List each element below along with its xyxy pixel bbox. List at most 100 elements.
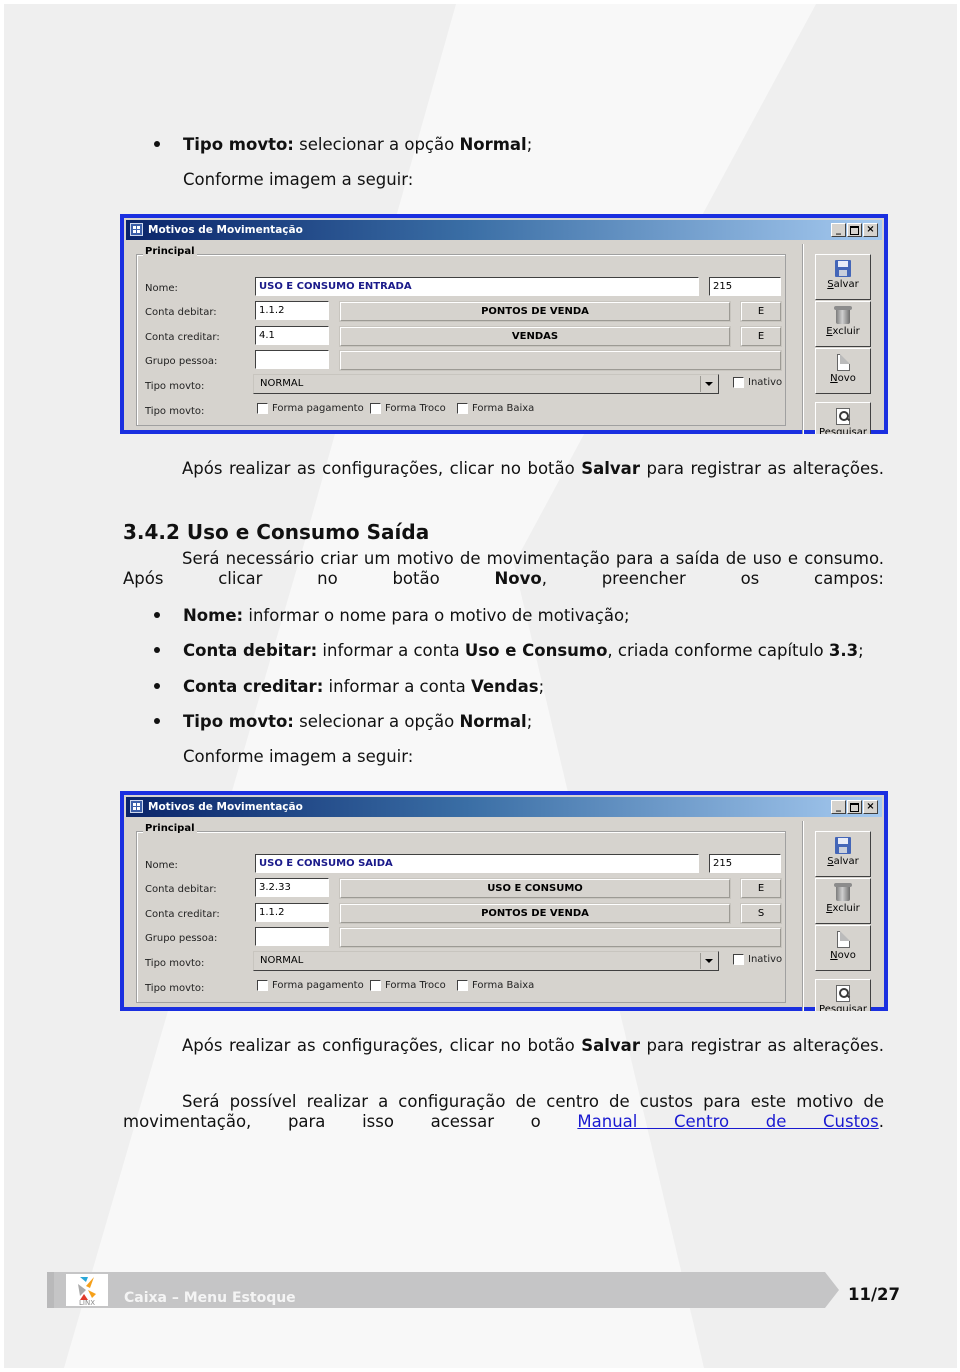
excluir-button[interactable]: Excluir: [815, 878, 871, 924]
close-button[interactable]: ×: [863, 800, 878, 814]
search-icon: [836, 985, 850, 1002]
codigo-input[interactable]: 215: [709, 277, 781, 296]
motivos-window-entrada: Motivos de Movimentação _ × Principal No…: [120, 214, 888, 434]
forma-troco-checkbox[interactable]: Forma Troco: [370, 980, 446, 991]
grupo-pessoa-code-input[interactable]: [255, 350, 329, 369]
linx-logo: LINX: [66, 1274, 108, 1307]
new-document-icon: [836, 931, 850, 948]
codigo-input[interactable]: 215: [709, 854, 781, 873]
tipo-movto-label: Tipo movto:: [145, 381, 205, 392]
bullet-dot: [154, 647, 160, 653]
nome-input[interactable]: USO E CONSUMO ENTRADA: [255, 277, 699, 296]
conta-creditar-code-input[interactable]: 1.1.2: [255, 903, 329, 922]
conta-creditar-code-input[interactable]: 4.1: [255, 326, 329, 345]
nome-label: Nome:: [145, 860, 178, 871]
conta-creditar-name: PONTOS DE VENDA: [340, 904, 730, 923]
forma-pagamento-checkbox[interactable]: Forma pagamento: [257, 403, 364, 414]
conta-debitar-flag: E: [741, 302, 781, 321]
tipo-movto-label-2: Tipo movto:: [145, 983, 205, 994]
conta-creditar-label: Conta creditar:: [145, 332, 220, 343]
section-intro: Será necessário criar um motivo de movim…: [123, 549, 884, 588]
tipo-movto-select[interactable]: NORMAL: [253, 951, 719, 971]
grupo-pessoa-name: [340, 928, 781, 947]
tipo-movto-label: Tipo movto:: [145, 958, 205, 969]
chevron-down-icon[interactable]: [700, 376, 716, 392]
conta-debitar-name: PONTOS DE VENDA: [340, 302, 730, 321]
principal-group: Principal Nome: USO E CONSUMO ENTRADA 21…: [136, 246, 786, 426]
conta-debitar-code-input[interactable]: 3.2.33: [255, 878, 329, 897]
novo-button[interactable]: Novo: [815, 348, 871, 394]
salvar-button[interactable]: Salvar: [815, 831, 871, 877]
inativo-checkbox[interactable]: Inativo: [733, 954, 782, 965]
document-page: Tipo movto: selecionar a opção Normal; C…: [4, 4, 957, 1368]
section-heading: 3.4.2 Uso e Consumo Saída: [123, 520, 430, 544]
search-icon: [836, 408, 850, 425]
window-title-bar[interactable]: Motivos de Movimentação _ ×: [126, 220, 882, 240]
new-document-icon: [836, 354, 850, 371]
checkbox-box[interactable]: [733, 377, 744, 388]
conta-debitar-flag: E: [741, 879, 781, 898]
tipo-movto-value: NORMAL: [260, 378, 304, 389]
checkbox-box[interactable]: [370, 403, 381, 414]
checkbox-box[interactable]: [733, 954, 744, 965]
trash-icon: [834, 883, 852, 901]
toolbar: Salvar Excluir Novo Pesquisar: [802, 821, 884, 1011]
novo-button[interactable]: Novo: [815, 925, 871, 971]
linx-logo-icon: LINX: [78, 1277, 96, 1307]
forma-baixa-checkbox[interactable]: Forma Baixa: [457, 980, 534, 991]
chevron-down-icon[interactable]: [700, 953, 716, 969]
maximize-button[interactable]: [847, 800, 862, 814]
checkbox-box[interactable]: [457, 403, 468, 414]
paragraph-salvar-1: Após realizar as configurações, clicar n…: [182, 459, 884, 478]
grupo-pessoa-code-input[interactable]: [255, 927, 329, 946]
bullet-tipo-movto-2: Tipo movto: selecionar a opção Normal;: [183, 712, 533, 731]
caption-2: Conforme imagem a seguir:: [183, 747, 414, 766]
bullet-nome: Nome: informar o nome para o motivo de m…: [183, 606, 630, 625]
bullet-conta-debitar: Conta debitar: informar a conta Uso e Co…: [183, 641, 864, 660]
manual-centro-custos-link[interactable]: Manual Centro de Custos: [577, 1112, 878, 1131]
window-title: Motivos de Movimentação: [148, 224, 303, 236]
close-button[interactable]: ×: [863, 223, 878, 237]
tipo-movto-value: NORMAL: [260, 955, 304, 966]
checkbox-box[interactable]: [257, 403, 268, 414]
minimize-button[interactable]: _: [831, 223, 846, 237]
conta-creditar-flag: S: [741, 904, 781, 923]
window-title-bar[interactable]: Motivos de Movimentação _ ×: [126, 797, 882, 817]
nome-input[interactable]: USO E CONSUMO SAIDA: [255, 854, 699, 873]
app-icon: [130, 800, 143, 813]
salvar-button[interactable]: Salvar: [815, 254, 871, 300]
forma-troco-checkbox[interactable]: Forma Troco: [370, 403, 446, 414]
checkbox-box[interactable]: [370, 980, 381, 991]
conta-debitar-name: USO E CONSUMO: [340, 879, 730, 898]
checkbox-box[interactable]: [257, 980, 268, 991]
principal-group: Principal Nome: USO E CONSUMO SAIDA 215 …: [136, 823, 786, 1003]
excluir-button[interactable]: Excluir: [815, 301, 871, 347]
conta-debitar-label: Conta debitar:: [145, 307, 217, 318]
bullet-conta-creditar: Conta creditar: informar a conta Vendas;: [183, 677, 545, 696]
checkbox-box[interactable]: [457, 980, 468, 991]
forma-baixa-checkbox[interactable]: Forma Baixa: [457, 403, 534, 414]
tipo-movto-select[interactable]: NORMAL: [253, 374, 719, 394]
trash-icon: [834, 306, 852, 324]
grupo-pessoa-label: Grupo pessoa:: [145, 356, 218, 367]
bullet-dot: [154, 612, 160, 618]
pesquisar-button[interactable]: Pesquisar: [815, 402, 871, 434]
conta-debitar-label: Conta debitar:: [145, 884, 217, 895]
group-label: Principal: [143, 823, 197, 834]
toolbar: Salvar Excluir Novo Pesquisar: [802, 244, 884, 434]
minimize-button[interactable]: _: [831, 800, 846, 814]
tipo-movto-label-2: Tipo movto:: [145, 406, 205, 417]
bullet-dot: [154, 141, 160, 147]
conta-debitar-code-input[interactable]: 1.1.2: [255, 301, 329, 320]
save-icon: [835, 260, 851, 277]
bullet-tipo-movto: Tipo movto: selecionar a opção Normal;: [183, 135, 533, 154]
grupo-pessoa-label: Grupo pessoa:: [145, 933, 218, 944]
inativo-checkbox[interactable]: Inativo: [733, 377, 782, 388]
maximize-button[interactable]: [847, 223, 862, 237]
conta-creditar-label: Conta creditar:: [145, 909, 220, 920]
pesquisar-button[interactable]: Pesquisar: [815, 979, 871, 1011]
forma-pagamento-checkbox[interactable]: Forma pagamento: [257, 980, 364, 991]
conta-creditar-flag: E: [741, 327, 781, 346]
save-icon: [835, 837, 851, 854]
app-icon: [130, 223, 143, 236]
